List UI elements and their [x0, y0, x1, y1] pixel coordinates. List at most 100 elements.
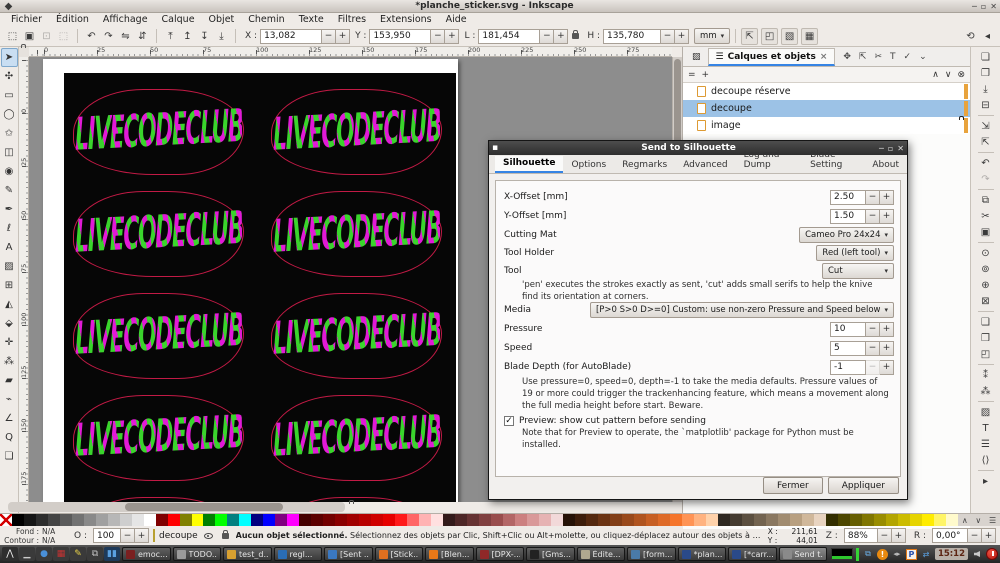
menu-item[interactable]: Objet — [202, 14, 242, 25]
zoom-center-icon[interactable]: ⊠ — [976, 293, 996, 309]
zoom-tool[interactable]: Q — [1, 428, 18, 447]
fermer-button[interactable]: Fermer — [763, 477, 823, 494]
menu-item[interactable]: Calque — [155, 14, 202, 25]
blade-depth-decrement-button[interactable]: − — [866, 360, 880, 375]
color-swatch[interactable] — [898, 514, 910, 526]
height-increment-button[interactable]: + — [675, 29, 689, 44]
width-input[interactable]: 181,454 — [478, 29, 540, 44]
rotate-ccw-icon[interactable]: ↶ — [83, 28, 100, 45]
sticker[interactable]: LIVECODECLUB — [270, 88, 443, 176]
palette-scroll-up-icon[interactable]: ∧ — [962, 516, 968, 525]
color-swatch[interactable] — [24, 514, 36, 526]
selection-cue-icon[interactable]: ⬚ — [55, 28, 72, 45]
redo-icon[interactable]: ↷ — [976, 171, 996, 187]
close-tab-icon[interactable]: × — [820, 52, 828, 62]
scale-gradients-icon[interactable]: ▧ — [781, 28, 798, 45]
color-swatch[interactable] — [646, 514, 658, 526]
color-swatch[interactable] — [84, 514, 96, 526]
raise-icon[interactable]: ↥ — [179, 28, 196, 45]
color-swatch[interactable] — [682, 514, 694, 526]
media-dropdown[interactable]: [P>0 S>0 D>=0] Custom: use non-zero Pres… — [590, 302, 894, 318]
opacity-input[interactable]: 100 — [93, 528, 121, 543]
y-increment-button[interactable]: + — [445, 29, 459, 44]
sticker[interactable]: LIVECODECLUB — [72, 394, 245, 482]
ruler-corner[interactable] — [19, 47, 29, 57]
text-dialog-icon[interactable]: T — [890, 52, 896, 62]
color-swatch[interactable] — [407, 514, 419, 526]
opacity-increment-button[interactable]: + — [135, 528, 149, 543]
task-button[interactable]: TODO... — [173, 547, 222, 561]
color-swatch[interactable] — [706, 514, 718, 526]
display-tray-icon[interactable]: ⧉ — [862, 548, 874, 560]
blend-mode-icon[interactable]: = — [688, 70, 696, 80]
export-icon[interactable]: ⇱ — [976, 134, 996, 150]
show-desktop-icon[interactable]: ▁ — [19, 547, 35, 561]
rotation-input[interactable]: 0,00° — [932, 528, 968, 543]
x-offset-input[interactable]: 2.50 — [830, 190, 866, 205]
flip-horizontal-icon[interactable]: ⇋ — [117, 28, 134, 45]
color-swatch[interactable] — [742, 514, 754, 526]
color-swatch[interactable] — [347, 514, 359, 526]
dialog-tab[interactable]: Silhouette — [495, 156, 563, 173]
zoom-drawing-icon[interactable]: ⊙ — [976, 245, 996, 261]
network-tray-icon[interactable]: ⇄ — [920, 548, 932, 560]
y-offset-input[interactable]: 1.50 — [830, 209, 866, 224]
color-swatch[interactable] — [826, 514, 838, 526]
paste-icon[interactable]: ▣ — [976, 224, 996, 240]
select-all-layers-icon[interactable]: ▣ — [21, 28, 38, 45]
width-increment-button[interactable]: + — [554, 29, 568, 44]
add-layer-button[interactable]: + — [702, 70, 710, 80]
arrows-tray-icon[interactable]: ◂▸ — [891, 548, 903, 560]
color-swatch[interactable] — [144, 514, 156, 526]
color-swatch[interactable] — [323, 514, 335, 526]
volume-icon[interactable] — [971, 548, 983, 560]
print-icon[interactable]: ⊟ — [976, 97, 996, 113]
flip-vertical-icon[interactable]: ⇵ — [134, 28, 151, 45]
more-dialogs-chevron-icon[interactable]: ⌄ — [919, 52, 927, 62]
color-swatch[interactable] — [670, 514, 682, 526]
layer-lock-icon[interactable] — [219, 530, 232, 541]
speed-decrement-button[interactable]: − — [866, 341, 880, 356]
x-increment-button[interactable]: + — [336, 29, 350, 44]
eraser-tool[interactable]: ▰ — [1, 371, 18, 390]
pressure-decrement-button[interactable]: − — [866, 322, 880, 337]
zoom-decrement-button[interactable]: − — [878, 528, 892, 543]
dialog-tab[interactable]: Log and Dump — [736, 148, 802, 173]
browser-launcher-icon[interactable]: ● — [36, 547, 52, 561]
text-editor-icon[interactable]: T — [976, 420, 996, 436]
zoom-input[interactable]: 88% — [844, 528, 878, 543]
menu-item[interactable]: Aide — [439, 14, 474, 25]
sticker[interactable]: LIVECODECLUB — [270, 394, 443, 482]
color-swatch[interactable] — [515, 514, 527, 526]
save-icon[interactable]: ⤓ — [976, 81, 996, 97]
lower-icon[interactable]: ↧ — [196, 28, 213, 45]
color-swatch[interactable] — [36, 514, 48, 526]
copy-icon[interactable]: ⧉ — [976, 192, 996, 208]
lower-to-bottom-icon[interactable]: ⤓ — [213, 28, 230, 45]
y-decrement-button[interactable]: − — [431, 29, 445, 44]
expand-icon[interactable]: ▸ — [976, 473, 996, 489]
rotation-increment-button[interactable]: + — [982, 528, 996, 543]
raise-to-top-icon[interactable]: ⤒ — [162, 28, 179, 45]
rotation-decrement-button[interactable]: − — [968, 528, 982, 543]
color-swatch[interactable] — [718, 514, 730, 526]
height-decrement-button[interactable]: − — [661, 29, 675, 44]
color-swatch[interactable] — [227, 514, 239, 526]
color-swatch[interactable] — [239, 514, 251, 526]
collapse-toolbar-icon[interactable]: ◂ — [979, 28, 996, 45]
color-swatch[interactable] — [539, 514, 551, 526]
layer-row[interactable]: decoupe réserve — [683, 83, 970, 100]
color-swatch[interactable] — [383, 514, 395, 526]
color-swatch[interactable] — [910, 514, 922, 526]
color-swatch[interactable] — [754, 514, 766, 526]
dialog-close-button[interactable]: ✕ — [897, 144, 904, 153]
rotate-cw-icon[interactable]: ↷ — [100, 28, 117, 45]
power-button[interactable] — [986, 548, 998, 560]
height-input[interactable]: 135,780 — [603, 29, 661, 44]
x-decrement-button[interactable]: − — [322, 29, 336, 44]
color-swatch[interactable] — [527, 514, 539, 526]
dropper-tool[interactable]: ◭ — [1, 295, 18, 314]
color-swatch[interactable] — [622, 514, 634, 526]
spiral-tool[interactable]: ◉ — [1, 162, 18, 181]
app-menu-icon[interactable]: ⋀ — [2, 547, 18, 561]
